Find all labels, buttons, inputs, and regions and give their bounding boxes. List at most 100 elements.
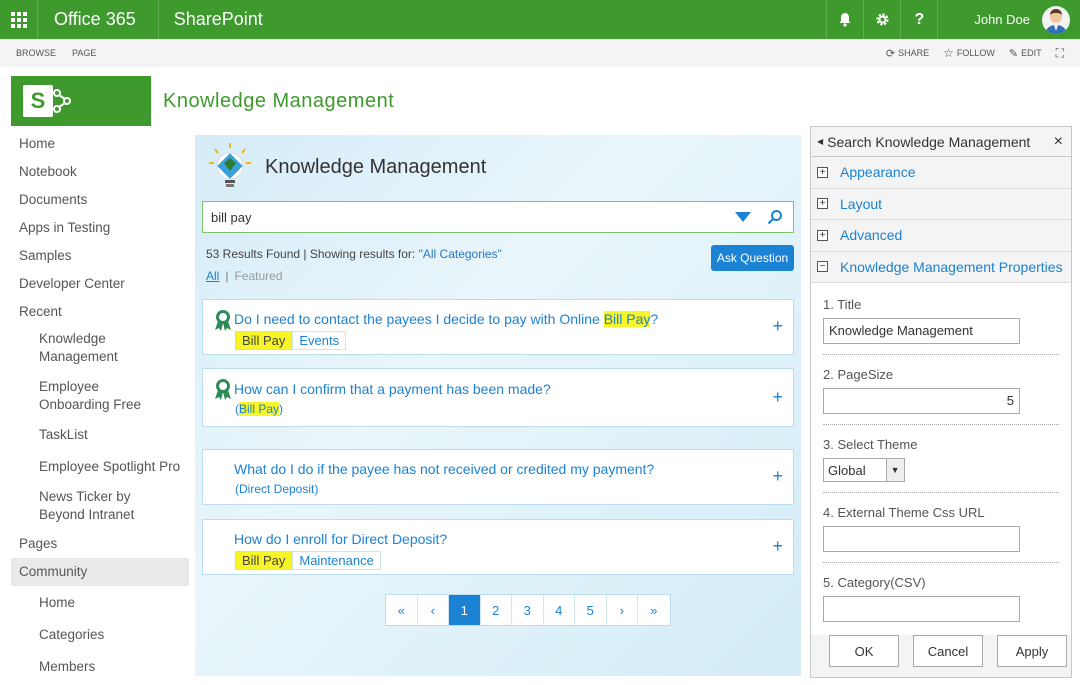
award-ribbon-icon xyxy=(213,310,233,337)
expand-box-icon: + xyxy=(817,167,828,178)
results-summary: 53 Results Found | Showing results for: … xyxy=(206,247,502,261)
page-last-button[interactable]: » xyxy=(638,595,670,625)
filter-all[interactable]: All xyxy=(206,269,219,283)
page-2-button[interactable]: 2 xyxy=(481,595,513,625)
nav-pages[interactable]: Pages xyxy=(11,530,189,558)
tag-bill-pay[interactable]: Bill Pay xyxy=(235,331,292,350)
waffle-icon xyxy=(11,12,27,28)
tag-bill-pay[interactable]: Bill Pay xyxy=(235,551,292,570)
section-advanced[interactable]: +Advanced xyxy=(811,220,1071,252)
nav-community-home[interactable]: Home xyxy=(11,590,189,616)
share-button[interactable]: ⟳SHARE xyxy=(886,47,929,60)
title-field[interactable]: Knowledge Management xyxy=(823,318,1020,344)
site-logo[interactable]: S xyxy=(11,76,151,126)
page-first-button[interactable]: « xyxy=(386,595,418,625)
nav-documents[interactable]: Documents xyxy=(11,186,189,214)
section-appearance[interactable]: +Appearance xyxy=(811,157,1071,189)
page-3-button[interactable]: 3 xyxy=(512,595,544,625)
close-icon[interactable]: × xyxy=(1054,133,1063,151)
star-icon: ☆ xyxy=(943,46,954,60)
tab-browse[interactable]: BROWSE xyxy=(16,48,56,58)
nav-recent[interactable]: Recent xyxy=(11,298,189,326)
page-next-button[interactable]: › xyxy=(607,595,639,625)
result-question[interactable]: How can I confirm that a payment has bee… xyxy=(234,381,551,397)
result-question[interactable]: Do I need to contact the payees I decide… xyxy=(234,311,658,327)
search-input[interactable]: bill pay xyxy=(211,210,735,225)
share-icon: ⟳ xyxy=(886,47,895,60)
nav-recent-news-ticker[interactable]: News Ticker by Beyond Intranet xyxy=(11,484,181,528)
nav-community-members[interactable]: Members xyxy=(11,654,189,680)
settings-button[interactable] xyxy=(863,0,900,39)
title-label: 1. Title xyxy=(823,297,1059,312)
result-question[interactable]: How do I enroll for Direct Deposit? xyxy=(234,531,447,547)
web-part-tool-pane: ◀ Search Knowledge Management × +Appeara… xyxy=(810,126,1072,678)
expand-icon[interactable]: + xyxy=(772,316,783,337)
nav-recent-tasklist[interactable]: TaskList xyxy=(11,422,189,448)
notifications-button[interactable] xyxy=(826,0,863,39)
theme-select[interactable]: Global▼ xyxy=(823,458,905,482)
expand-icon[interactable]: + xyxy=(772,536,783,557)
result-card[interactable]: How do I enroll for Direct Deposit? Bill… xyxy=(202,519,794,575)
tag-events[interactable]: Events xyxy=(292,331,346,350)
avatar[interactable] xyxy=(1042,6,1070,34)
collapse-arrow-icon[interactable]: ◀ xyxy=(817,137,823,146)
nav-community-categories[interactable]: Categories xyxy=(11,622,189,648)
result-category[interactable]: (Bill Pay) xyxy=(235,402,283,416)
result-card[interactable]: What do I do if the payee has not receiv… xyxy=(202,449,794,505)
page-title[interactable]: Knowledge Management xyxy=(163,90,394,113)
ribbon-bar: BROWSE PAGE ⟳SHARE ☆FOLLOW ✎EDIT ⛶ xyxy=(0,39,1080,67)
tab-page[interactable]: PAGE xyxy=(72,48,96,58)
showing-category: "All Categories" xyxy=(419,247,502,261)
result-filters: All | Featured xyxy=(206,269,283,283)
nav-developer-center[interactable]: Developer Center xyxy=(11,270,189,298)
app-title: Knowledge Management xyxy=(265,156,486,179)
user-name[interactable]: John Doe xyxy=(937,0,1042,39)
expand-box-icon: + xyxy=(817,230,828,241)
category-dropdown-icon[interactable] xyxy=(735,212,751,222)
result-category[interactable]: (Direct Deposit) xyxy=(235,482,318,496)
edit-button[interactable]: ✎EDIT xyxy=(1009,47,1042,60)
css-url-field[interactable] xyxy=(823,526,1020,552)
sharepoint-link[interactable]: SharePoint xyxy=(159,9,263,30)
nav-apps-in-testing[interactable]: Apps in Testing xyxy=(11,214,189,242)
nav-samples[interactable]: Samples xyxy=(11,242,189,270)
result-card[interactable]: Do I need to contact the payees I decide… xyxy=(202,299,794,355)
filter-featured[interactable]: Featured xyxy=(234,269,282,283)
nav-recent-employee-spotlight[interactable]: Employee Spotlight Pro xyxy=(11,454,189,480)
help-button[interactable]: ? xyxy=(900,0,937,39)
page-5-button[interactable]: 5 xyxy=(575,595,607,625)
nav-notebook[interactable]: Notebook xyxy=(11,158,189,186)
cancel-button[interactable]: Cancel xyxy=(913,635,983,667)
pencil-icon: ✎ xyxy=(1009,47,1018,60)
section-km-properties[interactable]: −Knowledge Management Properties xyxy=(811,252,1071,284)
page-4-button[interactable]: 4 xyxy=(544,595,576,625)
apply-button[interactable]: Apply xyxy=(997,635,1067,667)
office365-link[interactable]: Office 365 xyxy=(38,0,159,39)
award-ribbon-icon xyxy=(213,379,233,406)
pagesize-field[interactable]: 5 xyxy=(823,388,1020,414)
nav-recent-employee-onboarding[interactable]: Employee Onboarding Free xyxy=(11,374,181,418)
gear-icon xyxy=(875,12,890,27)
expand-icon[interactable]: + xyxy=(772,466,783,487)
properties-panel: 1. Title Knowledge Management 2. PageSiz… xyxy=(811,283,1071,635)
focus-button[interactable]: ⛶ xyxy=(1056,46,1064,61)
app-launcher-button[interactable] xyxy=(0,0,38,39)
result-card[interactable]: How can I confirm that a payment has bee… xyxy=(202,368,794,427)
nav-community[interactable]: Community xyxy=(11,558,189,586)
search-box[interactable]: bill pay xyxy=(202,201,794,233)
ask-question-button[interactable]: Ask Question xyxy=(711,245,794,271)
search-icon[interactable] xyxy=(763,209,787,225)
nav-home[interactable]: Home xyxy=(11,130,189,158)
tag-maintenance[interactable]: Maintenance xyxy=(292,551,380,570)
pagesize-label: 2. PageSize xyxy=(823,367,1059,382)
filter-separator: | xyxy=(225,269,228,283)
page-prev-button[interactable]: ‹ xyxy=(418,595,450,625)
category-field[interactable] xyxy=(823,596,1020,622)
expand-icon[interactable]: + xyxy=(772,387,783,408)
nav-recent-knowledge-management[interactable]: Knowledge Management xyxy=(11,326,151,370)
result-question[interactable]: What do I do if the payee has not receiv… xyxy=(234,461,654,477)
page-1-button[interactable]: 1 xyxy=(449,595,481,625)
ok-button[interactable]: OK xyxy=(829,635,899,667)
follow-button[interactable]: ☆FOLLOW xyxy=(943,46,995,60)
section-layout[interactable]: +Layout xyxy=(811,189,1071,221)
